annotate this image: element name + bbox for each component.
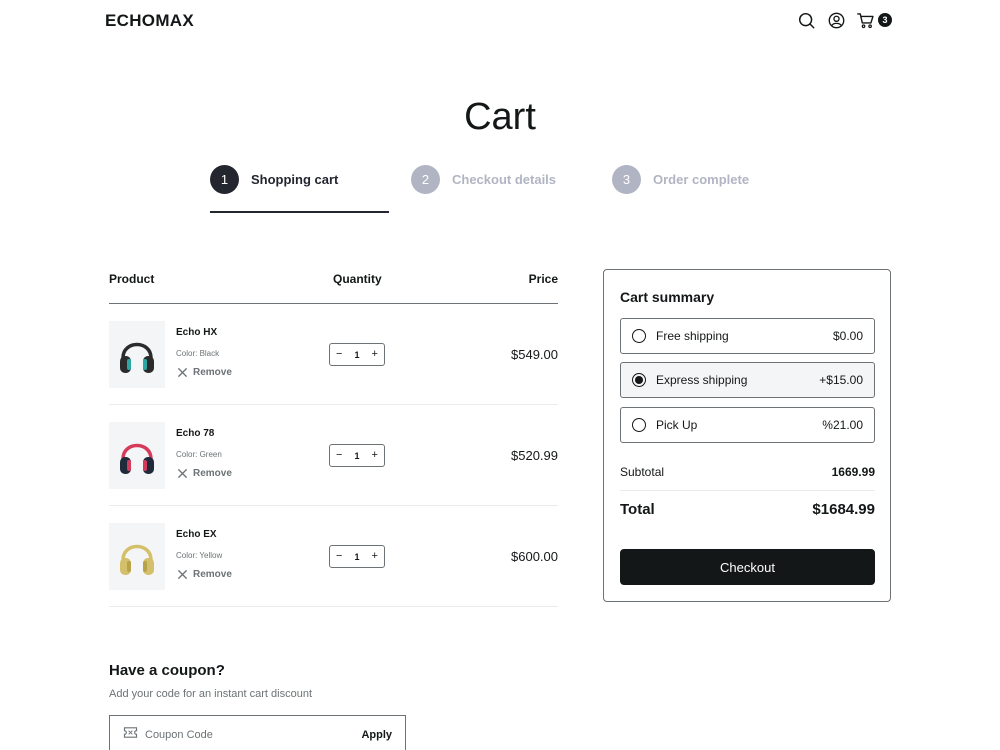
search-icon[interactable] [797,11,815,29]
shipping-option-label: Free shipping [656,329,729,343]
user-icon[interactable] [827,11,845,29]
increase-quantity-button[interactable]: + [372,450,378,461]
remove-button[interactable]: Remove [177,367,232,378]
quantity-value: 1 [354,551,360,562]
step-label: Checkout details [452,172,557,187]
increase-quantity-button[interactable]: + [372,349,378,360]
table-row: Echo EX Color: Yellow Remove − 1 + $600.… [109,506,558,607]
table-row: Echo HX Color: Black Remove − 1 + $549.0… [109,304,558,405]
remove-label: Remove [193,569,232,580]
decrease-quantity-button[interactable]: − [336,450,342,461]
cart-table: Product Quantity Price Echo HX Color: Bl… [109,270,558,607]
quantity-stepper: − 1 + [329,545,385,568]
column-header-price: Price [528,272,558,286]
shipping-option-price: $0.00 [832,329,863,343]
summary-title: Cart summary [620,289,715,305]
cart-summary: Cart summary Free shipping $0.00 Express… [603,269,891,602]
ticket-icon [123,726,138,744]
cart-button[interactable]: 3 [857,11,892,29]
total-label: Total [620,501,655,518]
radio-button-selected[interactable] [632,373,646,387]
shipping-option-free[interactable]: Free shipping $0.00 [620,318,875,354]
product-price: $549.00 [511,347,558,362]
remove-label: Remove [193,468,232,479]
shipping-option-label: Pick Up [656,418,698,432]
coupon-code-input[interactable] [145,728,362,741]
step-order-complete[interactable]: 3 Order complete [612,165,749,194]
remove-button[interactable]: Remove [177,468,232,479]
step-number: 1 [210,165,239,194]
shipping-option-express[interactable]: Express shipping +$15.00 [620,362,875,398]
radio-dot [635,376,643,384]
cart-icon [857,11,875,29]
shipping-option-price: %21.00 [822,418,863,432]
close-icon [177,367,188,378]
column-header-quantity: Quantity [333,272,382,286]
product-color: Color: Green [176,450,222,459]
step-shopping-cart[interactable]: 1 Shopping cart [210,165,338,194]
quantity-value: 1 [354,450,360,461]
product-price: $520.99 [511,448,558,463]
shipping-option-price: +$15.00 [819,373,863,387]
step-label: Shopping cart [251,172,339,187]
decrease-quantity-button[interactable]: − [336,551,342,562]
checkout-button[interactable]: Checkout [620,549,875,585]
header-actions: 3 [797,11,892,29]
product-color: Color: Yellow [176,551,223,560]
apply-coupon-button[interactable]: Apply [361,729,392,741]
table-header: Product Quantity Price [109,270,558,304]
quantity-value: 1 [354,349,360,360]
decrease-quantity-button[interactable]: − [336,349,342,360]
product-name[interactable]: Echo EX [176,529,217,540]
total-row: Total $1684.99 [620,501,875,518]
column-header-product: Product [109,272,155,286]
table-row: Echo 78 Color: Green Remove − 1 + $520.9… [109,405,558,506]
product-price: $600.00 [511,549,558,564]
remove-button[interactable]: Remove [177,569,232,580]
shipping-option-label: Express shipping [656,373,748,387]
product-color: Color: Black [176,349,220,358]
coupon-subtitle: Add your code for an instant cart discou… [109,688,313,700]
product-name[interactable]: Echo HX [176,327,217,338]
step-number: 3 [612,165,641,194]
coupon-form: Apply [109,715,406,750]
coupon-title: Have a coupon? [109,662,225,679]
subtotal-value: 1669.99 [831,465,875,479]
radio-button[interactable] [632,329,646,343]
page-title: Cart [464,96,536,138]
step-label: Order complete [653,172,750,187]
subtotal-label: Subtotal [620,465,665,479]
active-step-underline [210,211,389,213]
product-image[interactable] [109,422,165,489]
close-icon [177,468,188,479]
increase-quantity-button[interactable]: + [372,551,378,562]
product-name[interactable]: Echo 78 [176,428,214,439]
brand-logo[interactable]: ECHOMAX [105,11,194,31]
subtotal-row: Subtotal 1669.99 [620,465,875,491]
shipping-option-pickup[interactable]: Pick Up %21.00 [620,407,875,443]
site-header: ECHOMAX 3 [105,0,895,42]
product-image[interactable] [109,321,165,388]
product-image[interactable] [109,523,165,590]
radio-button[interactable] [632,418,646,432]
step-checkout-details[interactable]: 2 Checkout details [411,165,556,194]
checkout-steps: 1 Shopping cart 2 Checkout details 3 Ord… [210,165,790,215]
cart-count-badge: 3 [878,13,892,27]
remove-label: Remove [193,367,232,378]
quantity-stepper: − 1 + [329,343,385,366]
close-icon [177,569,188,580]
total-value: $1684.99 [812,501,875,518]
step-number: 2 [411,165,440,194]
quantity-stepper: − 1 + [329,444,385,467]
